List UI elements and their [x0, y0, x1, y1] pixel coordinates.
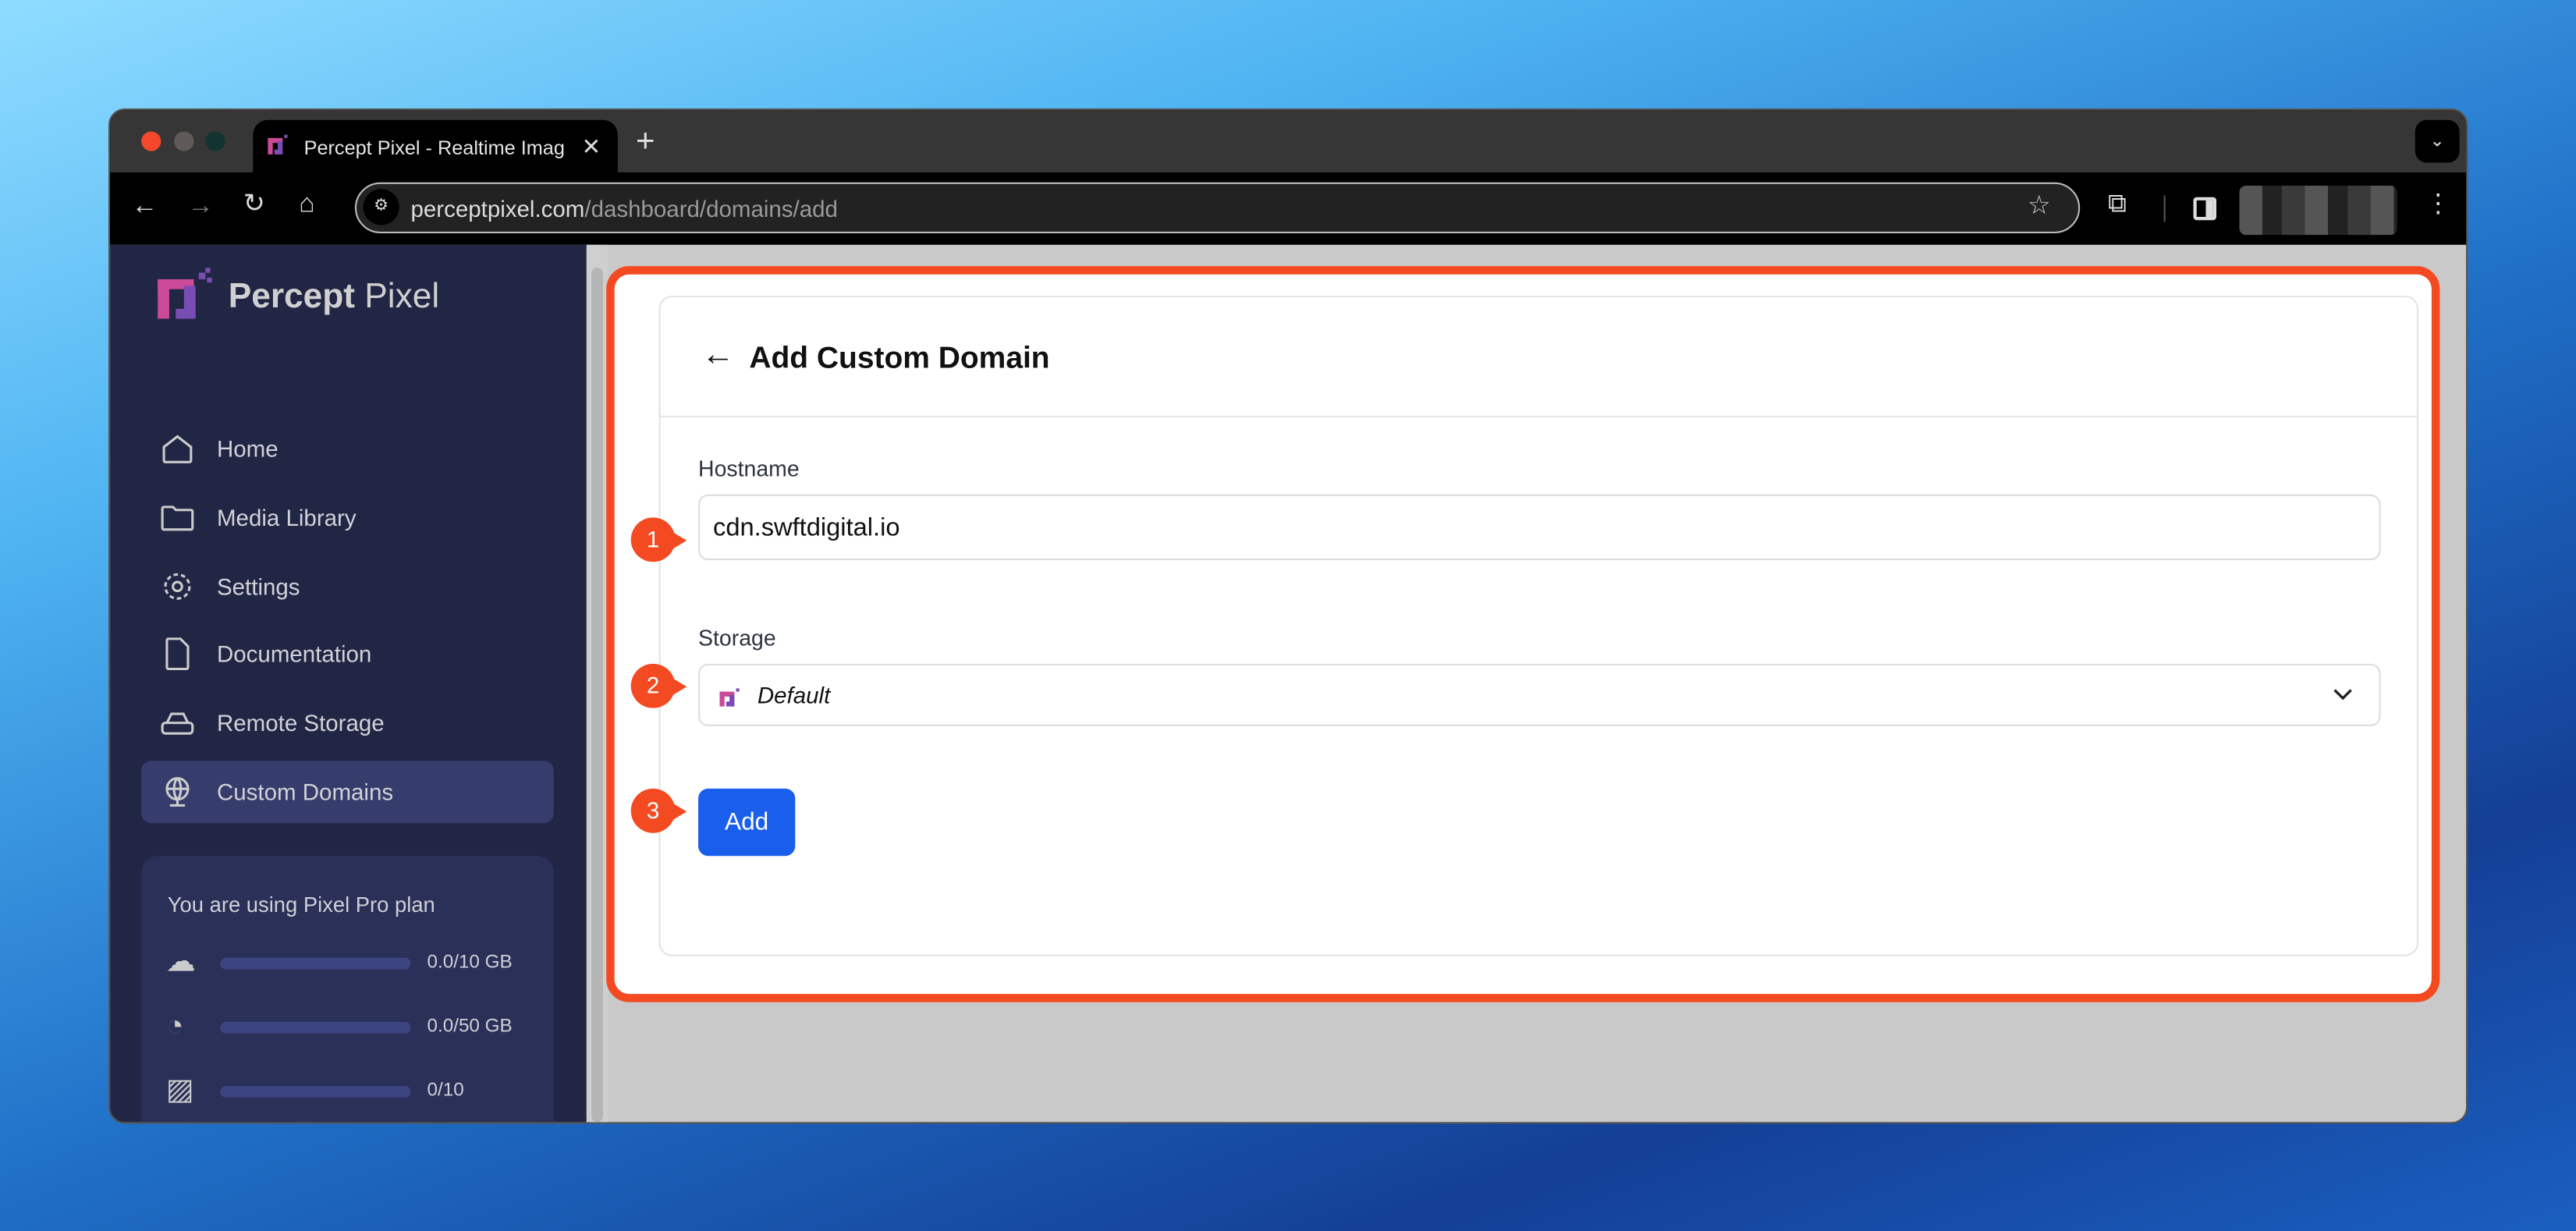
- tab-search-button[interactable]: ⌄: [2415, 119, 2460, 163]
- forward-icon[interactable]: →: [187, 193, 214, 221]
- browser-window: Percept Pixel - Realtime Imag ✕ + ⌄ ← → …: [108, 108, 2468, 1124]
- step-marker-1: 1: [630, 517, 687, 562]
- site-info-icon[interactable]: ⚙: [363, 189, 399, 225]
- back-icon[interactable]: ←: [131, 193, 158, 221]
- sidebar-item-documentation[interactable]: Documentation: [141, 623, 554, 685]
- storage-value: Default: [757, 681, 831, 708]
- brand-name: Percept Pixel: [228, 277, 440, 316]
- chevron-down-icon: [2333, 689, 2352, 701]
- page-content: Percept Pixel Home Media Library Setting…: [110, 244, 2467, 1123]
- bandwidth-usage-value: 0.0/50 GB: [427, 1016, 513, 1037]
- address-bar[interactable]: ⚙ perceptpixel.com/dashboard/domains/add…: [354, 182, 2081, 234]
- plan-title: You are using Pixel Pro plan: [167, 892, 435, 917]
- close-tab-icon[interactable]: ✕: [582, 135, 601, 158]
- default-storage-icon: [719, 688, 740, 707]
- home-icon: [162, 435, 193, 463]
- tab-title: Percept Pixel - Realtime Imag: [303, 136, 565, 160]
- sidebar-scrollbar[interactable]: [586, 244, 609, 1123]
- extensions-icon[interactable]: ⧉: [2108, 191, 2127, 218]
- step-marker-2: 2: [630, 663, 687, 708]
- close-window-button[interactable]: [141, 131, 161, 151]
- divider: [660, 415, 2417, 417]
- reload-icon[interactable]: ↻: [243, 191, 265, 218]
- toolbar: ← → ↻ ⌂ ⚙ perceptpixel.com/dashboard/dom…: [110, 172, 2467, 245]
- sidebar-item-remote-storage[interactable]: Remote Storage: [141, 692, 554, 754]
- hostname-label: Hostname: [698, 456, 800, 482]
- menu-icon[interactable]: ⋮: [2425, 191, 2451, 218]
- sidebar-item-custom-domains[interactable]: Custom Domains: [141, 761, 554, 824]
- image-check-icon: ▨: [165, 1073, 194, 1106]
- hostname-input[interactable]: cdn.swftdigital.io: [698, 494, 2381, 561]
- maximize-window-button[interactable]: [205, 131, 225, 151]
- sidebar-item-media-library[interactable]: Media Library: [141, 486, 554, 548]
- new-tab-icon[interactable]: +: [636, 125, 655, 158]
- divider: [2163, 195, 2166, 222]
- storage-usage-bar: [220, 957, 411, 970]
- favicon-icon: [268, 134, 288, 154]
- url-domain: perceptpixel.com: [410, 195, 585, 222]
- folder-icon: [161, 506, 194, 531]
- images-usage-value: 0/10: [427, 1080, 464, 1102]
- hard-drive-icon: [161, 712, 194, 735]
- globe-icon: [165, 777, 190, 807]
- bandwidth-usage-bar: [220, 1021, 411, 1034]
- profile-avatar[interactable]: [2239, 185, 2397, 236]
- images-usage-bar: [220, 1086, 411, 1098]
- file-icon: [165, 637, 190, 671]
- scrollbar-thumb[interactable]: [591, 268, 603, 1123]
- step-marker-3: 3: [630, 788, 687, 833]
- side-panel-icon[interactable]: [2193, 197, 2216, 221]
- bookmark-star-icon[interactable]: ☆: [2028, 193, 2051, 221]
- sidebar-item-settings[interactable]: Settings: [141, 555, 554, 618]
- browser-tab[interactable]: Percept Pixel - Realtime Imag ✕: [253, 119, 618, 175]
- storage-usage-value: 0.0/10 GB: [427, 953, 513, 973]
- sidebar-item-home[interactable]: Home: [141, 417, 554, 480]
- brand-logo: [158, 268, 212, 319]
- cloud-upload-icon: ☁: [165, 944, 196, 978]
- home-icon[interactable]: ⌂: [299, 191, 314, 218]
- storage-label: Storage: [698, 626, 776, 651]
- sidebar: Percept Pixel Home Media Library Setting…: [110, 244, 587, 1123]
- add-button[interactable]: Add: [698, 788, 796, 857]
- add-domain-card: ← Add Custom Domain Hostname cdn.swftdig…: [658, 296, 2419, 956]
- gear-icon: [164, 573, 191, 600]
- plan-card: You are using Pixel Pro plan ☁ 0.0/10 GB…: [141, 856, 554, 1123]
- page-title: Add Custom Domain: [749, 339, 1050, 375]
- minimize-window-button[interactable]: [174, 131, 194, 151]
- back-arrow-icon[interactable]: ←: [701, 337, 734, 374]
- gauge-icon: ◔: [165, 1009, 184, 1042]
- tab-bar: Percept Pixel - Realtime Imag ✕ + ⌄: [110, 110, 2467, 175]
- url-path: /dashboard/domains/add: [584, 195, 838, 222]
- storage-select[interactable]: Default: [698, 663, 2381, 726]
